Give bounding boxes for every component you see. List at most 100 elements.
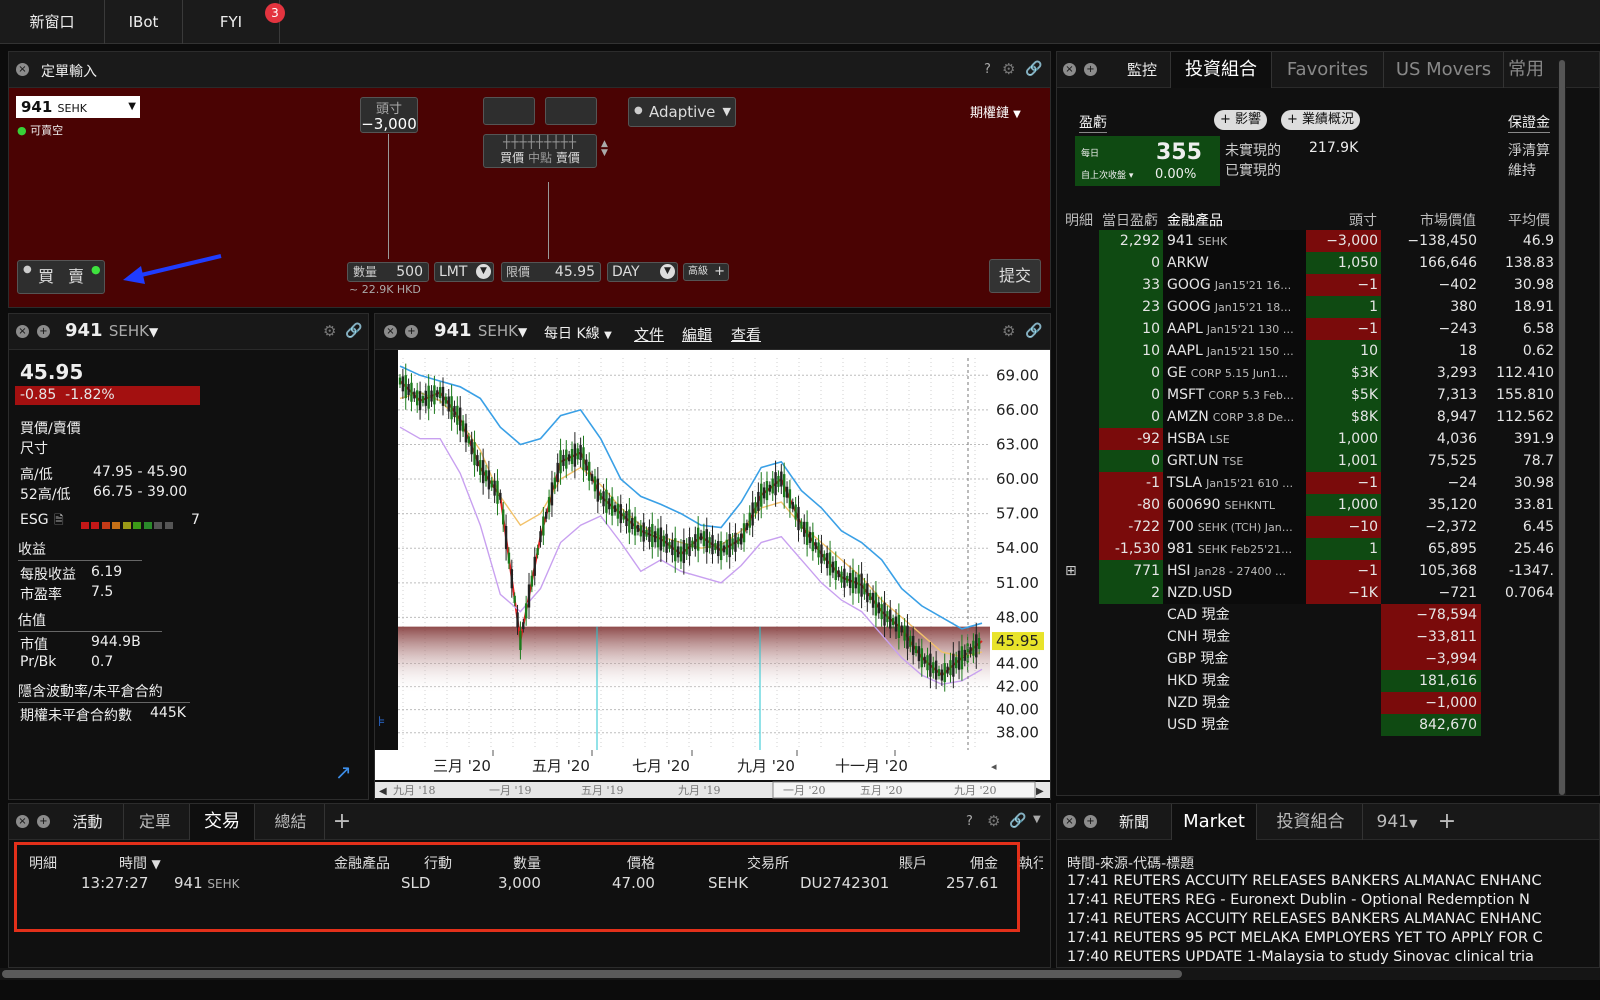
tif-dropdown[interactable]: DAY ▼ xyxy=(607,262,678,282)
tab-trades[interactable]: 交易 xyxy=(189,804,255,840)
tab-news-portfolio[interactable]: 投資組合 xyxy=(1259,804,1363,840)
news-item[interactable]: 17:41 REUTERS ACCUITY RELEASES BANKERS A… xyxy=(1067,911,1557,927)
stepper-icon[interactable]: ▲ ▼ xyxy=(601,140,608,158)
gear-icon[interactable]: ⚙ xyxy=(1002,322,1015,340)
document-icon[interactable]: 🗎 xyxy=(54,511,64,532)
edit-menu[interactable]: 編輯 xyxy=(682,324,712,345)
col-execution[interactable]: 執行 xyxy=(1019,853,1043,873)
vertical-scrollbar[interactable] xyxy=(1558,60,1566,795)
chevron-down-icon[interactable]: ▼ xyxy=(1033,814,1041,825)
tab-us-movers[interactable]: US Movers xyxy=(1384,52,1504,88)
cash-row[interactable]: USD 現金 842,670 xyxy=(1063,714,1600,736)
help-icon[interactable]: ? xyxy=(966,814,973,829)
news-item[interactable]: 17:41 REUTERS 95 PCT MELAKA EMPLOYERS YE… xyxy=(1067,930,1557,946)
portfolio-row[interactable]: 0 AMZN CORP 3.8 De… $8K 8,947 112.562 xyxy=(1063,406,1600,428)
gear-icon[interactable]: ⚙ xyxy=(323,322,336,340)
file-menu[interactable]: 文件 xyxy=(634,324,664,345)
quantity-field[interactable]: 數量 500 xyxy=(347,262,429,282)
add-tab-icon[interactable]: + xyxy=(1432,804,1462,840)
news-item[interactable]: 17:40 REUTERS UPDATE 1-Malaysia to study… xyxy=(1067,949,1557,965)
news-item[interactable]: 17:41 REUTERS REG - Euronext Dublin - Op… xyxy=(1067,892,1557,908)
cash-row[interactable]: CNH 現金 −33,811 xyxy=(1063,626,1600,648)
expand-icon[interactable]: + xyxy=(37,325,50,338)
portfolio-row[interactable]: -1 TSLA Jan15'21 610 … −1 −24 30.98 xyxy=(1063,472,1600,494)
col-daily-pnl[interactable]: 當日盈虧 xyxy=(1102,210,1158,230)
limit-price-field[interactable]: 限價 45.95 xyxy=(501,262,601,282)
view-menu[interactable]: 查看 xyxy=(731,324,761,345)
interval-dropdown[interactable]: 每日 K線 ▼ xyxy=(544,323,612,343)
col-account[interactable]: 賬戶 xyxy=(899,853,927,873)
buy-sell-toggle[interactable]: ● 買 賣 ● xyxy=(17,260,105,294)
chart-symbol[interactable]: 941 SEHK▼ xyxy=(434,320,527,341)
portfolio-row[interactable]: 0 GRT.UN TSE 1,001 75,525 78.7 xyxy=(1063,450,1600,472)
expand-row-icon[interactable]: ⊞ xyxy=(1065,560,1081,582)
tab-portfolio[interactable]: 投資組合 xyxy=(1170,52,1272,88)
options-chain-button[interactable]: 期權鏈 ▼ xyxy=(970,102,1021,121)
close-icon[interactable]: × xyxy=(16,815,29,828)
sell-button[interactable]: 賣 xyxy=(68,261,84,293)
tab-orders[interactable]: 定單 xyxy=(123,804,186,840)
add-tab-icon[interactable]: + xyxy=(327,804,357,840)
col-avg-price[interactable]: 平均價 xyxy=(1508,210,1550,230)
cash-row[interactable]: CAD 現金 −78,594 xyxy=(1063,604,1600,626)
since-close-dropdown[interactable]: 自上次收盤 ▾ xyxy=(1081,168,1133,181)
col-quantity[interactable]: 數量 xyxy=(513,853,541,873)
portfolio-row[interactable]: -80 600690 SEHKNTL 1,000 35,120 33.81 xyxy=(1063,494,1600,516)
portfolio-row[interactable]: 0 ARKW 1,050 166,646 138.83 xyxy=(1063,252,1600,274)
link-icon[interactable]: 🔗 xyxy=(1025,61,1042,77)
price-chart[interactable]: 69.00 66.00 63.00 60.00 57.00 54.00 51.00 48.00… xyxy=(375,350,1050,800)
close-icon[interactable]: × xyxy=(384,325,397,338)
expand-icon[interactable]: + xyxy=(405,325,418,338)
horizontal-scrollbar[interactable] xyxy=(0,968,1600,980)
col-price[interactable]: 價格 xyxy=(627,853,655,873)
expand-icon[interactable]: + xyxy=(37,815,50,828)
price-slider[interactable]: ┼┼┼┼┼┼┼┼┼ 買價 中點 賣價 xyxy=(483,134,597,168)
scrollbar-thumb[interactable] xyxy=(1559,60,1565,795)
expand-icon[interactable]: + xyxy=(1084,63,1097,76)
advanced-button[interactable]: 高級 + xyxy=(683,263,729,281)
news-item[interactable]: 17:41 REUTERS ACCUITY RELEASES BANKERS A… xyxy=(1067,873,1557,889)
ibot-tab[interactable]: IBot xyxy=(105,0,183,44)
portfolio-row[interactable]: ⊞ 771 HSI Jan28 - 27400 … −1 105,368 -1347. xyxy=(1063,560,1600,582)
ask-price-button[interactable] xyxy=(545,97,597,125)
portfolio-row[interactable]: 2,292 941 SEHK −3,000 −138,450 46.9 xyxy=(1063,230,1600,252)
cash-row[interactable]: NZD 現金 −1,000 xyxy=(1063,692,1600,714)
portfolio-row[interactable]: 2 NZD.USD −1K −721 0.7064 xyxy=(1063,582,1600,604)
col-exchange[interactable]: 交易所 xyxy=(747,853,789,873)
tab-news[interactable]: 新聞 xyxy=(1109,804,1159,840)
quote-symbol[interactable]: 941 SEHK▼ xyxy=(65,320,158,341)
col-market-value[interactable]: 市場價值 xyxy=(1420,210,1476,230)
portfolio-row[interactable]: -1,530 981 SEHK Feb25'21… 1 65,895 25.46 xyxy=(1063,538,1600,560)
buy-button[interactable]: 買 xyxy=(38,261,54,293)
portfolio-row[interactable]: 23 GOOG Jan15'21 18… 1 380 18.91 xyxy=(1063,296,1600,318)
col-instrument[interactable]: 金融產品 xyxy=(1167,210,1223,230)
performance-overview-button[interactable]: + 業績概況 xyxy=(1281,110,1361,130)
submit-button[interactable]: 提交 xyxy=(989,259,1041,293)
tab-favorites[interactable]: Favorites xyxy=(1272,52,1384,88)
link-icon[interactable]: 🔗 xyxy=(1025,323,1042,339)
portfolio-row[interactable]: 10 AAPL Jan15'21 150 … 10 18 0.62 xyxy=(1063,340,1600,362)
close-icon[interactable]: × xyxy=(1063,63,1076,76)
col-action[interactable]: 行動 xyxy=(424,853,452,873)
portfolio-row[interactable]: -722 700 SEHK (TCH) Jan… −10 −2,372 6.45 xyxy=(1063,516,1600,538)
bid-price-button[interactable] xyxy=(483,97,535,125)
tab-monitor[interactable]: 監控 xyxy=(1117,52,1167,88)
col-detail[interactable]: 明細 xyxy=(1065,210,1093,230)
scrollbar-thumb[interactable] xyxy=(2,970,1182,978)
col-time[interactable]: 時間 ▼ xyxy=(119,853,161,873)
portfolio-row[interactable]: 33 GOOG Jan15'21 16… −1 −402 30.98 xyxy=(1063,274,1600,296)
col-detail[interactable]: 明細 xyxy=(29,853,57,873)
impact-button[interactable]: + 影響 xyxy=(1214,110,1268,130)
close-icon[interactable]: × xyxy=(16,63,29,76)
fyi-tab[interactable]: FYI xyxy=(183,0,280,44)
col-commission[interactable]: 佣金 xyxy=(970,853,998,873)
col-position[interactable]: 頭寸 xyxy=(1349,210,1377,230)
portfolio-row[interactable]: -92 HSBA LSE 1,000 4,036 391.9 xyxy=(1063,428,1600,450)
link-icon[interactable]: 🔗 xyxy=(1009,813,1026,829)
algo-dropdown[interactable]: ● Adaptive ▼ xyxy=(628,97,736,127)
portfolio-row[interactable]: 0 MSFT CORP 5.3 Feb… $5K 7,313 155.810 xyxy=(1063,384,1600,406)
tab-symbol-941[interactable]: 941▼ xyxy=(1367,804,1427,840)
cash-row[interactable]: HKD 現金 181,616 xyxy=(1063,670,1600,692)
link-icon[interactable]: 🔗 xyxy=(345,323,362,339)
gear-icon[interactable]: ⚙ xyxy=(1002,60,1015,78)
